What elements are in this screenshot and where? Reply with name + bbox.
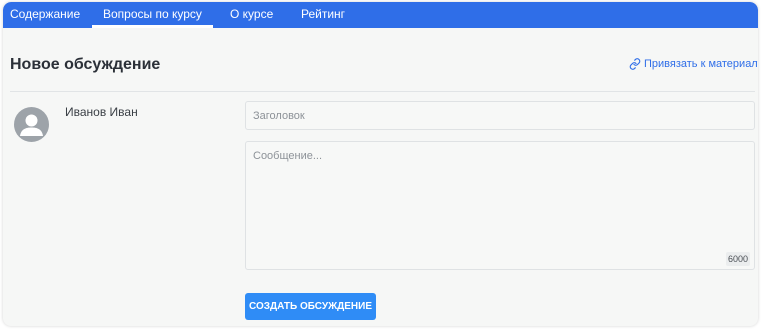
author-name: Иванов Иван <box>65 105 138 119</box>
user-icon <box>20 114 43 136</box>
character-counter: 6000 <box>726 252 751 266</box>
divider <box>10 91 755 92</box>
discussion-title-input[interactable] <box>245 101 755 130</box>
attach-to-material-label: Привязать к материалу <box>644 58 758 70</box>
avatar <box>14 107 49 142</box>
attach-to-material-link[interactable]: Привязать к материалу <box>629 58 758 70</box>
discussion-message-input[interactable] <box>245 141 755 270</box>
tab-content[interactable]: Содержание <box>10 2 80 28</box>
tab-course-questions[interactable]: Вопросы по курсу <box>92 2 213 28</box>
create-discussion-button[interactable]: СОЗДАТЬ ОБСУЖДЕНИЕ <box>245 293 376 320</box>
tab-rating[interactable]: Рейтинг <box>301 2 345 28</box>
link-icon <box>629 58 641 70</box>
page-title: Новое обсуждение <box>10 56 161 73</box>
discussion-card: Содержание Вопросы по курсу О курсе Рейт… <box>3 2 758 326</box>
tab-about-course[interactable]: О курсе <box>230 2 273 28</box>
course-tabs: Содержание Вопросы по курсу О курсе Рейт… <box>3 2 758 28</box>
